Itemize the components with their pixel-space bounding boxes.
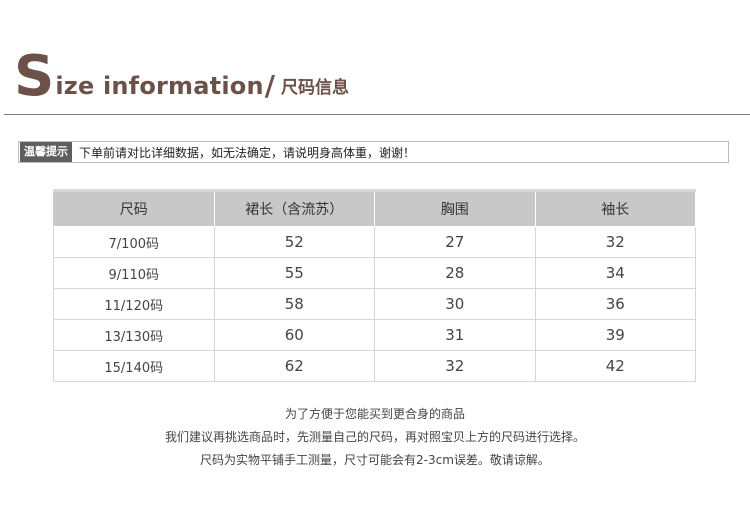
- tip-box: 温馨提示 下单前请对比详细数据，如无法确定，请说明身高体重，谢谢！: [18, 141, 729, 163]
- cell-size: 7/100码: [53, 226, 215, 258]
- title-slash: /: [264, 69, 275, 102]
- cell-chest: 28: [374, 257, 536, 289]
- tip-text: 下单前请对比详细数据，如无法确定，请说明身高体重，谢谢！: [79, 145, 416, 160]
- header-size: 尺码: [53, 190, 215, 227]
- notes: 为了方便于您能买到更合身的商品 我们建议再挑选商品时，先测量自己的尺码，再对照宝…: [0, 403, 750, 472]
- cell-sleeve: 32: [534, 226, 696, 258]
- cell-length: 55: [213, 257, 375, 289]
- note-line: 我们建议再挑选商品时，先测量自己的尺码，再对照宝贝上方的尺码进行选择。: [164, 430, 585, 444]
- header-chest: 胸围: [374, 190, 536, 227]
- cell-size: 15/140码: [53, 350, 215, 382]
- cell-size: 11/120码: [53, 288, 215, 320]
- note-line: 尺码为实物平铺手工测量，尺寸可能会有2-3cm误差。敬请谅解。: [200, 453, 550, 467]
- cell-chest: 27: [374, 226, 536, 258]
- size-table-header: 尺码 裙长（含流苏） 胸围 袖长: [53, 190, 696, 227]
- cell-length: 52: [213, 226, 375, 258]
- cell-length: 62: [213, 350, 375, 382]
- table-row: 7/100码 52 27 32: [53, 226, 696, 258]
- note-line: 为了方便于您能买到更合身的商品: [284, 407, 465, 421]
- title-divider: [4, 114, 750, 115]
- size-table: 尺码 裙长（含流苏） 胸围 袖长 7/100码 52 27 32 9/110码 …: [53, 189, 696, 382]
- cell-sleeve: 36: [534, 288, 696, 320]
- tip-tag: 温馨提示: [20, 142, 72, 162]
- title-big-letter: S: [14, 44, 55, 109]
- table-row: 13/130码 60 31 39: [53, 319, 696, 351]
- cell-sleeve: 39: [534, 319, 696, 351]
- cell-size: 9/110码: [53, 257, 215, 289]
- cell-size: 13/130码: [53, 319, 215, 351]
- table-row: 9/110码 55 28 34: [53, 257, 696, 289]
- cell-chest: 31: [374, 319, 536, 351]
- cell-length: 60: [213, 319, 375, 351]
- title-english: ize information: [55, 72, 264, 100]
- cell-chest: 30: [374, 288, 536, 320]
- section-title: S ize information / 尺码信息: [14, 44, 349, 109]
- table-row: 11/120码 58 30 36: [53, 288, 696, 320]
- cell-length: 58: [213, 288, 375, 320]
- header-length: 裙长（含流苏）: [213, 190, 375, 227]
- size-table-body: 7/100码 52 27 32 9/110码 55 28 34 11/120码 …: [53, 226, 696, 382]
- table-row: 15/140码 62 32 42: [53, 350, 696, 382]
- cell-sleeve: 42: [534, 350, 696, 382]
- title-chinese: 尺码信息: [280, 78, 349, 98]
- header-sleeve: 袖长: [534, 190, 696, 227]
- cell-chest: 32: [374, 350, 536, 382]
- header-row: 尺码 裙长（含流苏） 胸围 袖长: [53, 190, 696, 227]
- cell-sleeve: 34: [534, 257, 696, 289]
